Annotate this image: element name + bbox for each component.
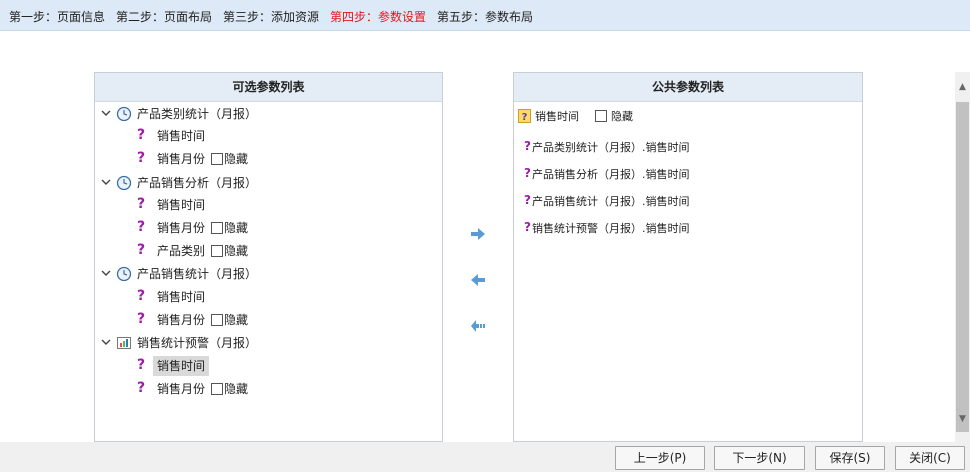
public-param-row[interactable]: ? 销售时间 隐藏 (518, 109, 718, 125)
public-param-item-label: 销售统计预警（月报）.销售时间 (531, 222, 690, 235)
param-label: 销售月份 (157, 382, 206, 396)
hide-checkbox[interactable]: 隐藏 (211, 379, 248, 399)
hide-label: 隐藏 (611, 110, 633, 123)
chevron-down-icon[interactable] (101, 264, 111, 284)
public-param-item[interactable]: ?销售统计预警（月报）.销售时间 (524, 220, 854, 236)
tree-leaf[interactable]: ? 销售月份 隐藏 (137, 218, 337, 238)
wizard-step-bar: 第一步：页面信息 第二步：页面布局 第三步：添加资源 第四步：参数设置 第五步：… (0, 0, 970, 31)
move-left-arrow-icon[interactable] (470, 274, 486, 286)
close-button[interactable]: 关闭(C) (895, 446, 965, 470)
hide-checkbox[interactable]: 隐藏 (211, 310, 248, 330)
vertical-scrollbar[interactable]: ▲ ▼ (955, 72, 970, 442)
param-box-icon: ? (518, 109, 531, 123)
tree-group[interactable]: 销售统计预警（月报） (101, 333, 401, 353)
next-step-button[interactable]: 下一步(N) (714, 446, 805, 470)
prev-step-button[interactable]: 上一步(P) (615, 446, 705, 470)
tree-group-label: 产品销售统计（月报） (137, 267, 258, 281)
tree-leaf[interactable]: ? 销售时间 (137, 126, 337, 146)
scroll-up-icon[interactable]: ▲ (955, 80, 970, 94)
tree-leaf[interactable]: ? 产品类别 隐藏 (137, 241, 337, 261)
public-param-label: 销售时间 (535, 110, 579, 123)
clock-icon (116, 175, 132, 191)
hide-label: 隐藏 (224, 313, 249, 327)
step-5[interactable]: 第五步：参数布局 (437, 8, 533, 25)
hide-label: 隐藏 (224, 152, 249, 166)
chevron-down-icon[interactable] (101, 333, 111, 353)
move-all-left-arrow-icon[interactable] (470, 320, 486, 332)
step-4-active[interactable]: 第四步：参数设置 (330, 8, 426, 25)
tree-group-label: 销售统计预警（月报） (137, 336, 258, 350)
question-mark-icon: ? (524, 139, 531, 153)
tree-leaf[interactable]: ? 销售月份 隐藏 (137, 149, 337, 169)
question-mark-icon: ? (137, 196, 146, 212)
public-param-item[interactable]: ?产品类别统计（月报）.销售时间 (524, 139, 854, 155)
question-mark-icon: ? (137, 380, 146, 396)
question-mark-icon: ? (524, 220, 531, 234)
question-mark-icon: ? (137, 219, 146, 235)
chevron-down-icon[interactable] (101, 173, 111, 193)
hide-checkbox[interactable]: 隐藏 (594, 110, 633, 123)
param-label: 销售月份 (157, 313, 206, 327)
tree-leaf[interactable]: ? 销售时间 (137, 356, 337, 376)
hide-checkbox[interactable]: 隐藏 (211, 218, 248, 238)
public-param-item[interactable]: ?产品销售分析（月报）.销售时间 (524, 166, 854, 182)
tree-leaf[interactable]: ? 销售时间 (137, 287, 337, 307)
hide-checkbox[interactable]: 隐藏 (211, 241, 248, 261)
tree-leaf[interactable]: ? 销售月份 隐藏 (137, 379, 337, 399)
scrollbar-thumb[interactable] (956, 102, 969, 432)
question-mark-icon: ? (137, 357, 146, 373)
param-label-selected: 销售时间 (153, 356, 210, 376)
tree-group[interactable]: 产品类别统计（月报） (101, 104, 401, 124)
param-label: 销售月份 (157, 221, 206, 235)
question-mark-icon: ? (137, 311, 146, 327)
clock-icon (116, 106, 132, 122)
clock-icon (116, 266, 132, 282)
available-params-title: 可选参数列表 (95, 73, 442, 102)
public-param-item-label: 产品类别统计（月报）.销售时间 (531, 141, 690, 154)
param-label: 产品类别 (157, 244, 206, 258)
svg-text:?: ? (522, 112, 528, 123)
public-param-item[interactable]: ?产品销售统计（月报）.销售时间 (524, 193, 854, 209)
tree-group-label: 产品销售分析（月报） (137, 176, 258, 190)
chevron-down-icon[interactable] (101, 104, 111, 124)
question-mark-icon: ? (524, 166, 531, 180)
param-label: 销售时间 (157, 290, 206, 304)
tree-group[interactable]: 产品销售分析（月报） (101, 173, 401, 193)
step-2[interactable]: 第二步：页面布局 (116, 8, 212, 25)
public-params-title: 公共参数列表 (514, 73, 862, 102)
public-param-item-label: 产品销售分析（月报）.销售时间 (531, 168, 690, 181)
param-label: 销售月份 (157, 152, 206, 166)
step-1[interactable]: 第一步：页面信息 (9, 8, 105, 25)
available-params-panel: 可选参数列表 产品类别统计（月报） ? 销售时间 ? 销售月份 隐藏 产品销售分… (94, 72, 443, 442)
tree-leaf[interactable]: ? 销售时间 (137, 195, 337, 215)
question-mark-icon: ? (137, 150, 146, 166)
tree-group-label: 产品类别统计（月报） (137, 107, 258, 121)
tree-group[interactable]: 产品销售统计（月报） (101, 264, 401, 284)
question-mark-icon: ? (137, 127, 146, 143)
hide-label: 隐藏 (224, 244, 249, 258)
tree-leaf[interactable]: ? 销售月份 隐藏 (137, 310, 337, 330)
step-3[interactable]: 第三步：添加资源 (223, 8, 319, 25)
save-button[interactable]: 保存(S) (815, 446, 885, 470)
hide-checkbox[interactable]: 隐藏 (211, 149, 248, 169)
scroll-down-icon[interactable]: ▼ (955, 412, 970, 426)
hide-label: 隐藏 (224, 221, 249, 235)
question-mark-icon: ? (137, 242, 146, 258)
param-label: 销售时间 (157, 198, 206, 212)
hide-label: 隐藏 (224, 382, 249, 396)
param-label: 销售时间 (157, 129, 206, 143)
chart-icon (116, 335, 132, 351)
move-right-arrow-icon[interactable] (470, 228, 486, 240)
footer-bar: 上一步(P) 下一步(N) 保存(S) 关闭(C) (0, 442, 970, 472)
question-mark-icon: ? (137, 288, 146, 304)
public-params-panel: 公共参数列表 ? 销售时间 隐藏 ?产品类别统计（月报）.销售时间 ?产品销售分析… (513, 72, 863, 442)
public-param-item-label: 产品销售统计（月报）.销售时间 (531, 195, 690, 208)
question-mark-icon: ? (524, 193, 531, 207)
